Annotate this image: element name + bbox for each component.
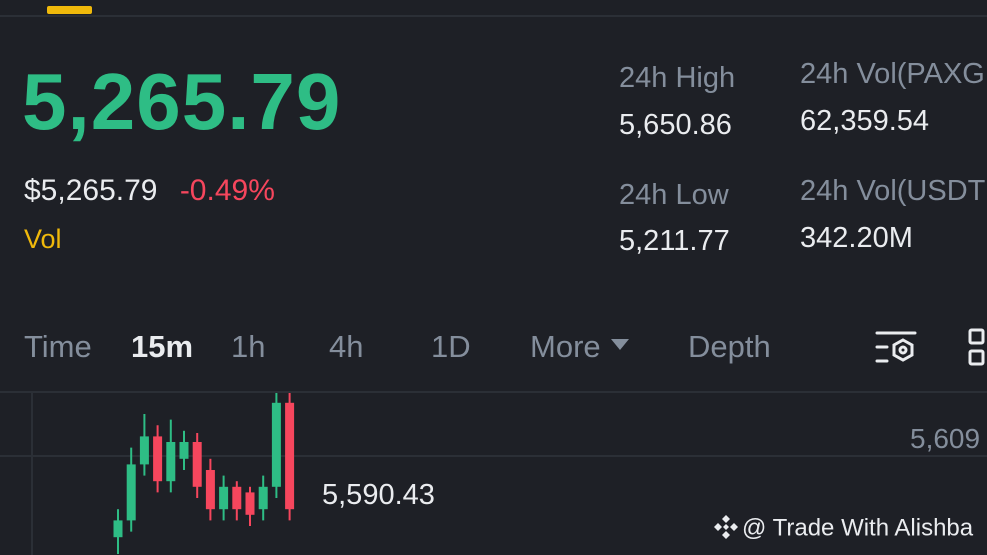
price-subrow: $5,265.79 -0.49% [24, 176, 275, 206]
candle-body [219, 486, 229, 510]
candle-body [205, 470, 215, 510]
watermark: @ Trade With Alishba [712, 515, 973, 543]
high-marker-label: 5,590.43 [322, 479, 435, 511]
candle-body [179, 442, 189, 459]
price-change-percent: -0.49% [179, 174, 275, 207]
header-divider [0, 15, 987, 17]
watermark-text: @ Trade With Alishba [742, 514, 974, 542]
tab-1d[interactable]: 1D [431, 331, 471, 362]
vol-base-24h-value: 62,359.54 [800, 105, 930, 137]
layout-grid-icon[interactable] [966, 327, 987, 367]
tab-more[interactable]: More [530, 331, 629, 362]
candle-body [166, 442, 176, 482]
caret-down-icon [610, 339, 629, 351]
candle-body [139, 436, 149, 465]
active-tab-indicator [47, 6, 92, 14]
vol-quote-24h-value: 342.20M [800, 222, 913, 254]
candle-body [126, 464, 136, 521]
candle-body [113, 520, 123, 538]
last-price: 5,265.79 [22, 57, 342, 146]
candle-body [192, 442, 202, 487]
tab-15m[interactable]: 15m [131, 331, 193, 362]
usd-price: $5,265.79 [24, 174, 158, 207]
tab-more-label: More [530, 329, 601, 364]
low-24h-value: 5,211.77 [619, 225, 730, 257]
tab-time[interactable]: Time [24, 331, 92, 362]
candle-body [245, 492, 255, 515]
high-24h-label: 24h High [619, 62, 736, 94]
candle-body [258, 486, 268, 510]
low-24h-label: 24h Low [619, 179, 729, 211]
vol-base-24h-label: 24h Vol(PAXG [800, 58, 985, 90]
high-24h-value: 5,650.86 [619, 109, 732, 141]
vol-quote-24h-label: 24h Vol(USDT [800, 175, 986, 207]
candle-body [285, 402, 295, 510]
tab-1h[interactable]: 1h [231, 331, 265, 362]
tab-depth[interactable]: Depth [688, 331, 771, 362]
candle-body [271, 402, 281, 487]
binance-logo-icon [714, 515, 738, 539]
chart-settings-icon[interactable] [873, 327, 919, 367]
tab-4h[interactable]: 4h [329, 331, 363, 362]
candle-body [153, 436, 163, 482]
candle-body [232, 486, 242, 510]
vol-indicator-label[interactable]: Vol [24, 226, 62, 253]
